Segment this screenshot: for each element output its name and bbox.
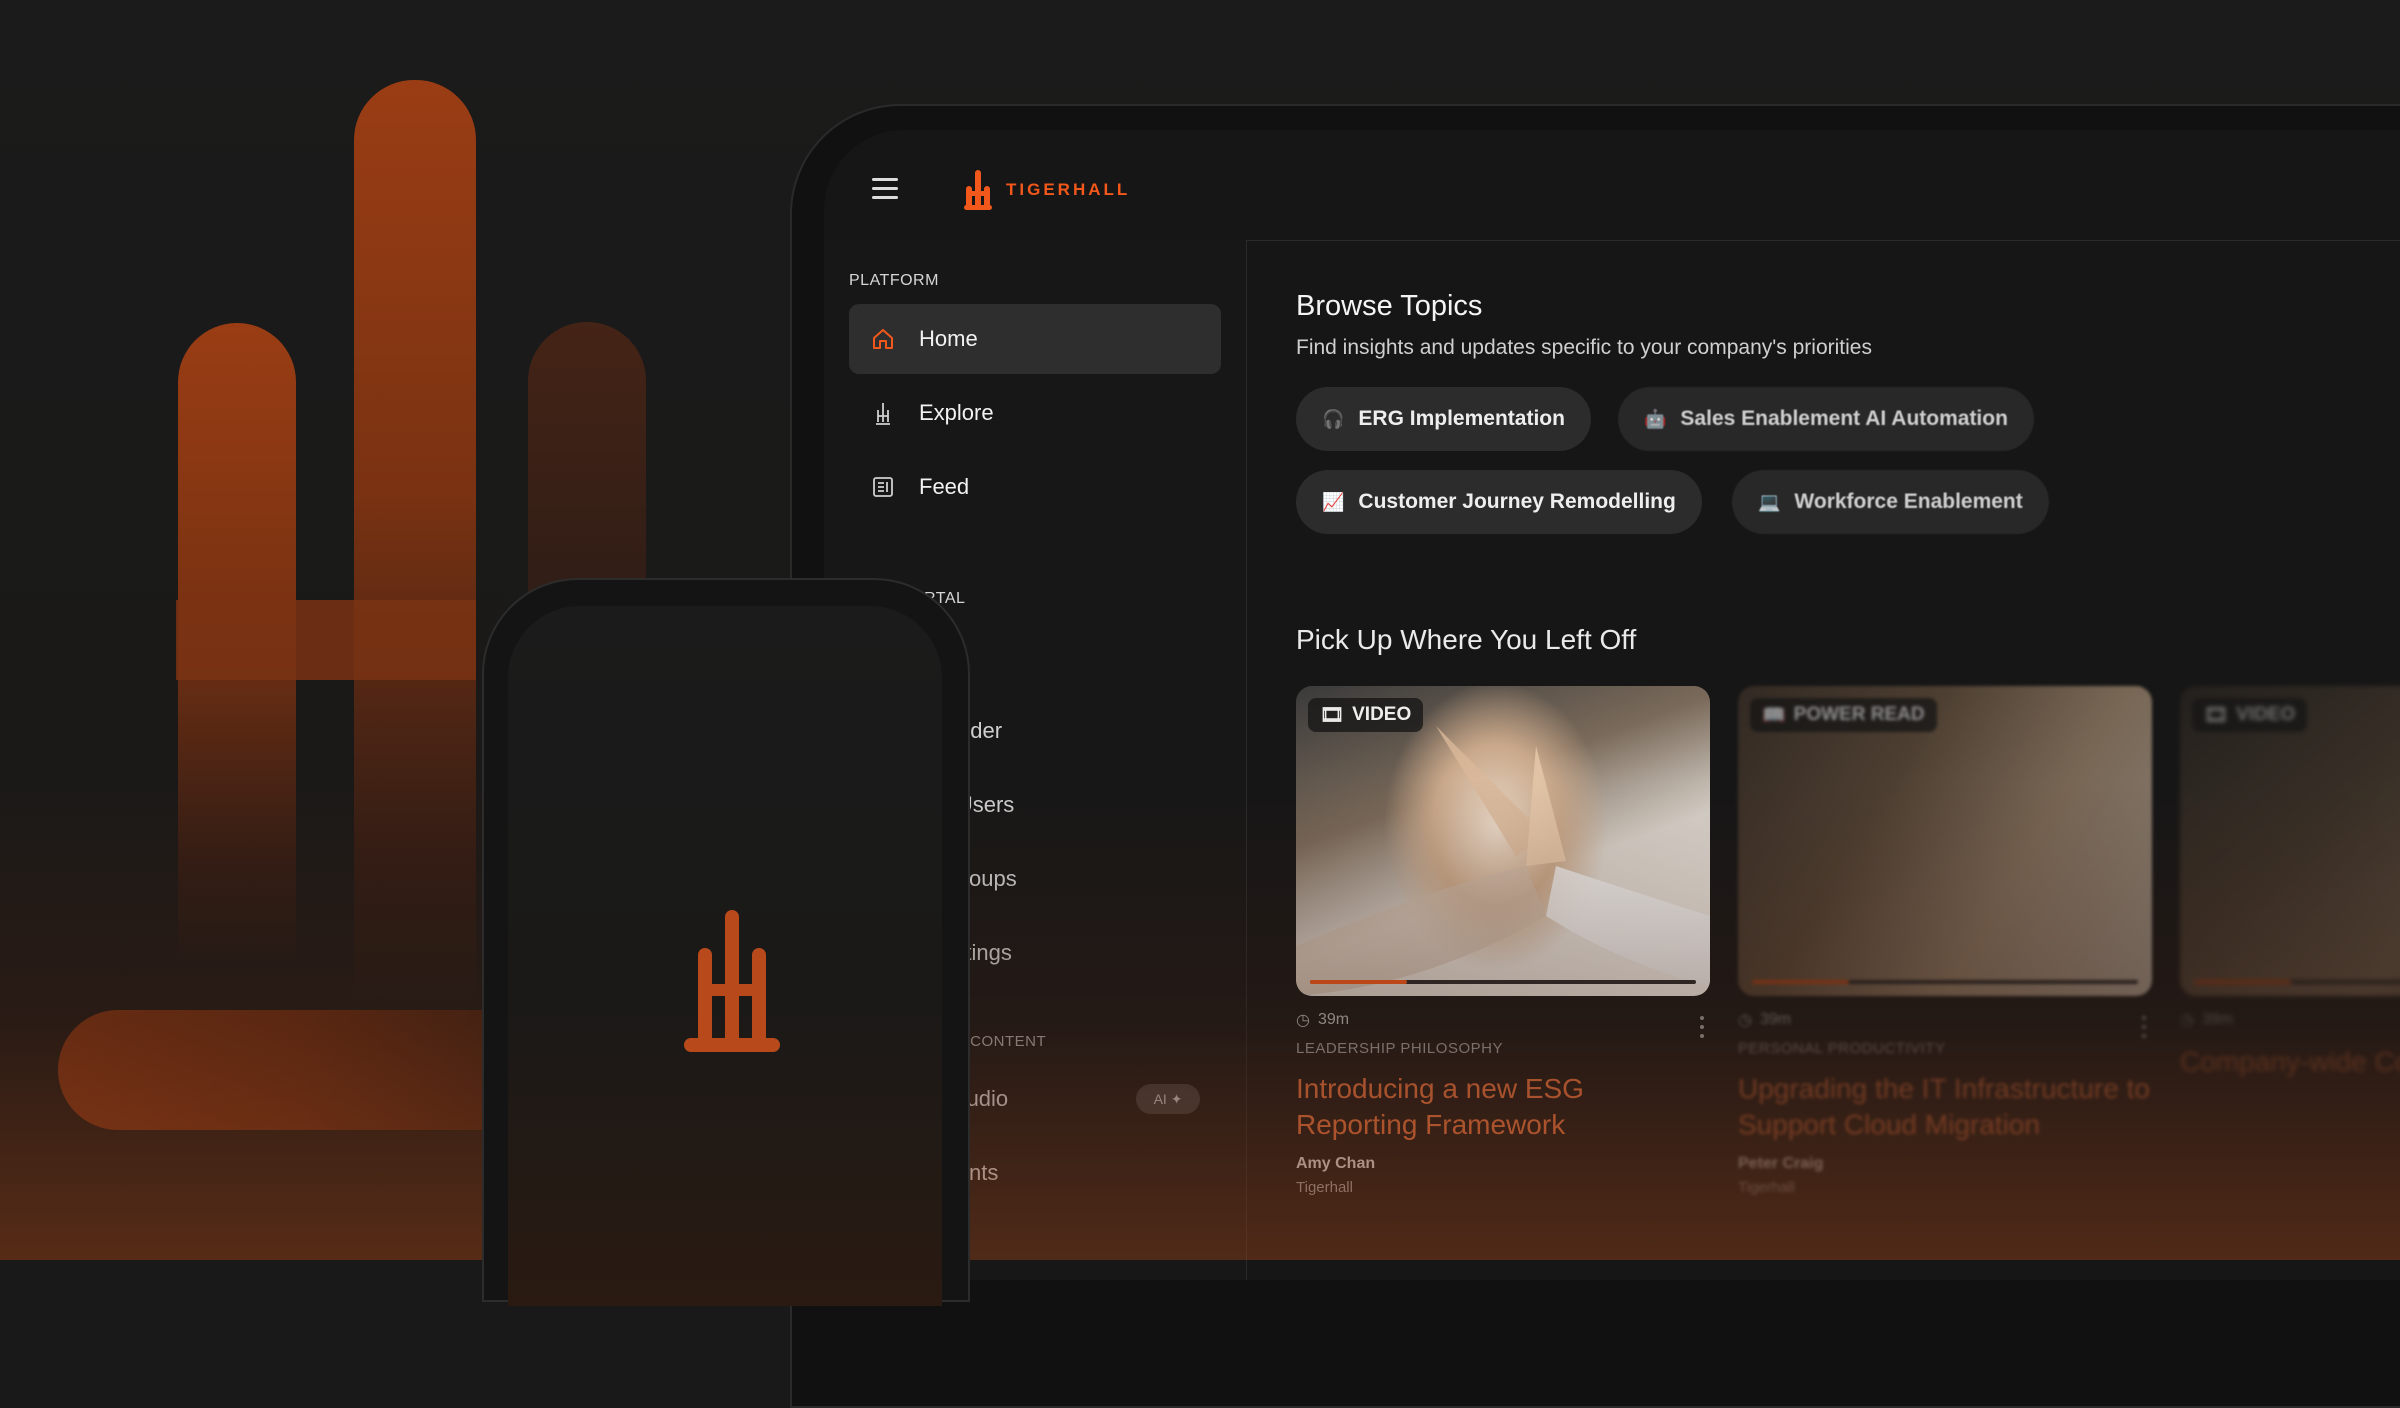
logo-shape-crossbar [176, 600, 476, 680]
sparkle-icon: ✦ [1170, 1090, 1183, 1107]
content-type-tag: 📖 POWER READ [1750, 698, 1937, 732]
topic-chip-workforce[interactable]: 💻 Workforce Enablement [1732, 470, 2049, 534]
brand-logo[interactable]: TIGERHALL [964, 170, 1130, 210]
sidebar-item-explore[interactable]: Explore [849, 378, 1221, 448]
browse-topics-title: Browse Topics [1296, 290, 1483, 322]
sidebar-item-label: Home [919, 326, 978, 351]
sidebar-section-platform: PLATFORM [849, 272, 939, 289]
card-thumbnail[interactable]: 📖 POWER READ [1738, 686, 2152, 996]
duration: 39m [2201, 1011, 2234, 1028]
card-author: Amy Chan [1296, 1155, 1376, 1172]
sidebar-item-label: Explore [919, 400, 994, 425]
more-options-icon[interactable] [1698, 1016, 1706, 1042]
card-thumbnail[interactable]: 🎞 VIDEO [2180, 686, 2400, 996]
topic-chip-label: ERG Implementation [1358, 407, 1565, 430]
content-type-tag: 🎞 VIDEO [1308, 698, 1424, 732]
ai-badge: AI ✦ [1136, 1084, 1200, 1114]
card-thumbnail[interactable]: 🎞 VIDEO [1296, 686, 1710, 996]
sidebar-item-label: Feed [919, 474, 970, 499]
content-type-label: VIDEO [2236, 704, 2296, 725]
clock-icon: ◷ [2180, 1012, 2194, 1029]
topic-chip-label: Workforce Enablement [1794, 490, 2023, 513]
content-type-label: VIDEO [1352, 704, 1412, 725]
logo-shape-center-bar [354, 80, 476, 1000]
progress-bar [2194, 980, 2400, 984]
content-card[interactable]: 🎞 VIDEO ◷ 39m Company-wide Cost-cutting … [2180, 686, 2400, 1080]
card-category: PERSONAL PRODUCTIVITY [1738, 1040, 1946, 1057]
topic-chip-label: Customer Journey Remodelling [1358, 490, 1676, 513]
sidebar-item-home[interactable]: Home [849, 304, 1221, 374]
card-meta: ◷ 39m [1296, 1010, 1710, 1030]
book-icon: 📖 [1762, 705, 1786, 726]
card-meta: ◷ 39m [1738, 1010, 2152, 1030]
film-icon: 🎞 [1320, 705, 1345, 726]
headphones-icon: 🎧 [1322, 408, 1345, 429]
topic-chip-sales-enablement[interactable]: 🤖 Sales Enablement AI Automation [1618, 387, 2034, 451]
feed-icon [871, 475, 895, 499]
chart-up-icon: 📈 [1322, 491, 1345, 512]
hamburger-menu-icon[interactable] [872, 178, 898, 199]
card-category: LEADERSHIP PHILOSOPHY [1296, 1040, 1503, 1057]
sidebar-item-feed[interactable]: Feed [849, 452, 1221, 522]
progress-bar [1752, 980, 2138, 984]
card-title[interactable]: Upgrading the IT Infrastructure to Suppo… [1738, 1071, 2152, 1143]
topic-chip-customer-journey[interactable]: 📈 Customer Journey Remodelling [1296, 470, 1702, 534]
tablet-screen: TIGERHALL PLATFORM Home Explore Feed RTA… [824, 130, 2400, 1280]
laptop-icon: 💻 [1758, 491, 1781, 512]
topic-chip-label: Sales Enablement AI Automation [1680, 407, 2008, 430]
content-type-label: POWER READ [1793, 704, 1925, 725]
content-card[interactable]: 📖 POWER READ ◷ 39m PERSONAL PRODUCTIVITY… [1738, 686, 2152, 1196]
ai-badge-label: AI [1153, 1091, 1167, 1107]
card-meta: ◷ 39m [2180, 1010, 2400, 1030]
main-content: Browse Topics Find insights and updates … [1296, 240, 2400, 1280]
tigerhall-logo-icon [964, 170, 992, 210]
home-icon [871, 327, 895, 351]
duration: 39m [1759, 1011, 1792, 1028]
robot-icon: 🤖 [1644, 408, 1667, 429]
duration: 39m [1317, 1011, 1350, 1028]
topic-chip-erg[interactable]: 🎧 ERG Implementation [1296, 387, 1591, 451]
content-type-tag: 🎞 VIDEO [2192, 698, 2308, 732]
content-card[interactable]: 🎞 VIDEO ◷ 39m LEADERSHIP PHILOSOPHY Intr… [1296, 686, 1710, 1196]
explore-icon [871, 401, 895, 425]
card-title[interactable]: Company-wide Cost-cutting in [2180, 1044, 2400, 1080]
tigerhall-logo-icon [684, 910, 780, 1054]
progress-bar [1310, 980, 1696, 984]
high-five-illustration [1296, 726, 1710, 996]
card-org: Tigerhall [1738, 1179, 1795, 1196]
brand-name: TIGERHALL [1006, 180, 1131, 199]
clock-icon: ◷ [1296, 1012, 1310, 1029]
card-title[interactable]: Introducing a new ESG Reporting Framewor… [1296, 1071, 1710, 1143]
continue-section-title: Pick Up Where You Left Off [1296, 624, 1637, 655]
clock-icon: ◷ [1738, 1012, 1752, 1029]
film-icon: 🎞 [2204, 705, 2229, 726]
browse-topics-subtitle: Find insights and updates specific to yo… [1296, 336, 1872, 359]
card-org: Tigerhall [1296, 1179, 1353, 1196]
top-bar: TIGERHALL [824, 130, 2400, 241]
more-options-icon[interactable] [2140, 1016, 2148, 1042]
card-author: Peter Craig [1738, 1155, 1824, 1172]
